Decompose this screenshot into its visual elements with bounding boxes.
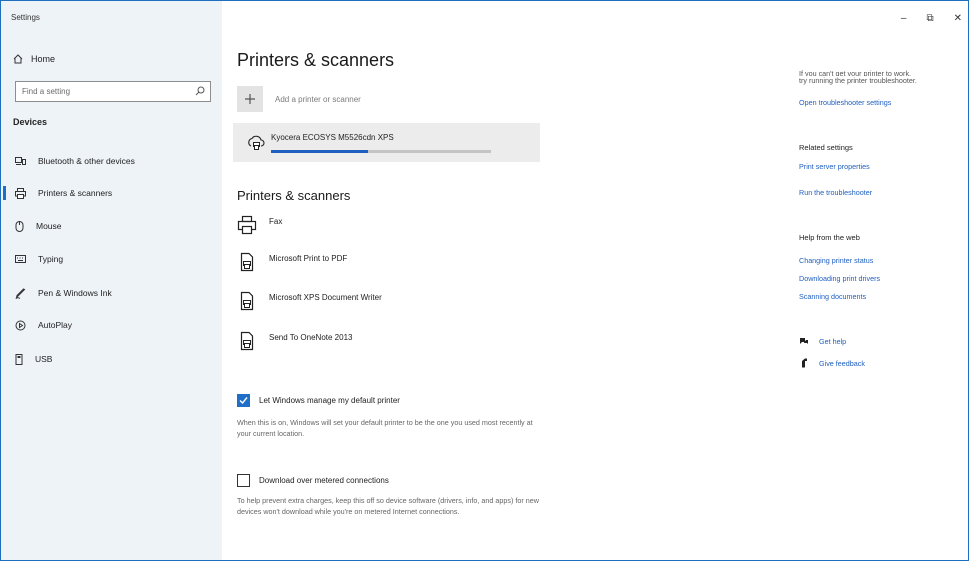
- get-help-icon: [800, 338, 808, 344]
- printer-icon: [15, 187, 26, 199]
- printer-name: Microsoft XPS Document Writer: [269, 293, 382, 302]
- home-label: Home: [31, 54, 56, 64]
- sidebar-item-label: USB: [35, 354, 53, 364]
- bluetooth-devices-icon: [15, 157, 26, 165]
- give-feedback-label: Give feedback: [819, 358, 865, 368]
- search-icon: [195, 86, 205, 96]
- usb-icon: [15, 353, 23, 365]
- sidebar-item-usb[interactable]: USB: [1, 348, 222, 370]
- section-label-devices: Devices: [13, 117, 48, 127]
- install-progress-fill: [271, 150, 368, 153]
- sidebar-item-autoplay[interactable]: AutoPlay: [1, 314, 222, 336]
- help-from-web-heading: Help from the web: [799, 233, 860, 242]
- document-printer-icon: [240, 252, 254, 272]
- metered-description: To help prevent extra charges, keep this…: [237, 496, 539, 516]
- get-help-label: Get help: [819, 337, 847, 346]
- related-settings-heading: Related settings: [799, 143, 853, 152]
- home-icon: [13, 54, 23, 64]
- sidebar-item-label: Bluetooth & other devices: [38, 156, 135, 166]
- printer-item-pdf[interactable]: Microsoft Print to PDF: [237, 252, 347, 272]
- mouse-icon: [15, 220, 24, 232]
- manage-default-printer-checkbox[interactable]: Let Windows manage my default printer: [237, 394, 400, 407]
- metered-download-checkbox[interactable]: Download over metered connections: [237, 474, 389, 487]
- document-printer-icon: [240, 331, 254, 351]
- settings-window: Settings Home Find a setting Devices Blu…: [0, 0, 969, 561]
- checkbox-checked[interactable]: [237, 394, 250, 407]
- checkbox-label: Let Windows manage my default printer: [259, 396, 400, 405]
- troubleshoot-text: try running the printer troubleshooter.: [799, 76, 917, 85]
- sidebar-item-typing[interactable]: Typing: [1, 248, 222, 270]
- sidebar-item-bluetooth[interactable]: Bluetooth & other devices: [1, 150, 222, 172]
- scanning-documents-link[interactable]: Scanning documents: [799, 292, 866, 301]
- print-server-properties-link[interactable]: Print server properties: [799, 162, 870, 171]
- fax-printer-icon: [237, 215, 257, 235]
- installing-printer-card[interactable]: Kyocera ECOSYS M5526cdn XPS: [233, 123, 540, 162]
- window-controls: – ⧉ ✕: [901, 13, 962, 24]
- checkmark-icon: [239, 397, 248, 405]
- open-troubleshooter-link[interactable]: Open troubleshooter settings: [799, 98, 891, 107]
- sidebar-item-label: Pen & Windows Ink: [38, 288, 112, 298]
- sidebar-item-label: AutoPlay: [38, 320, 73, 330]
- add-printer-button[interactable]: [237, 86, 263, 112]
- app-title: Settings: [11, 13, 40, 22]
- add-printer-label: Add a printer or scanner: [275, 94, 361, 104]
- sidebar-home[interactable]: Home: [13, 54, 55, 64]
- manage-default-description: When this is on, Windows will set your d…: [237, 418, 533, 438]
- sidebar-item-pen[interactable]: Pen & Windows Ink: [1, 282, 222, 304]
- search-placeholder: Find a setting: [22, 87, 71, 96]
- printer-item-xps[interactable]: Microsoft XPS Document Writer: [237, 291, 382, 311]
- get-help-link[interactable]: Get help: [799, 337, 846, 346]
- restore-button[interactable]: ⧉: [926, 13, 933, 24]
- document-printer-icon: [240, 291, 254, 311]
- sidebar-item-label: Printers & scanners: [38, 188, 113, 198]
- close-button[interactable]: ✕: [954, 13, 962, 24]
- downloading-print-drivers-link[interactable]: Downloading print drivers: [799, 274, 880, 283]
- network-printer-icon: [248, 135, 265, 150]
- search-input[interactable]: Find a setting: [15, 81, 211, 102]
- printer-name: Fax: [269, 217, 283, 226]
- give-feedback-link[interactable]: Give feedback: [799, 358, 865, 368]
- install-progress-bar: [271, 150, 491, 153]
- sidebar-item-printers[interactable]: Printers & scanners: [1, 182, 222, 204]
- minimize-button[interactable]: –: [901, 13, 907, 24]
- sidebar-item-label: Mouse: [36, 221, 62, 231]
- changing-printer-status-link[interactable]: Changing printer status: [799, 256, 873, 265]
- sidebar: Settings Home Find a setting Devices Blu…: [1, 1, 222, 560]
- checkbox-unchecked[interactable]: [237, 474, 250, 487]
- printer-item-fax[interactable]: Fax: [237, 215, 282, 235]
- give-feedback-icon: [802, 358, 807, 368]
- printer-item-onenote[interactable]: Send To OneNote 2013: [237, 331, 352, 351]
- autoplay-icon: [15, 320, 26, 330]
- checkbox-label: Download over metered connections: [259, 476, 389, 485]
- page-title: Printers & scanners: [237, 50, 395, 70]
- keyboard-icon: [15, 255, 26, 263]
- printer-name: Send To OneNote 2013: [269, 333, 353, 342]
- plus-icon: [245, 94, 255, 104]
- sidebar-item-mouse[interactable]: Mouse: [1, 215, 222, 237]
- printer-name: Microsoft Print to PDF: [269, 254, 348, 263]
- sidebar-item-label: Typing: [38, 254, 64, 264]
- add-printer-row[interactable]: Add a printer or scanner: [237, 86, 361, 112]
- pen-icon: [15, 287, 26, 299]
- printers-list-title: Printers & scanners: [237, 188, 351, 203]
- installing-printer-name: Kyocera ECOSYS M5526cdn XPS: [271, 133, 394, 142]
- run-troubleshooter-link[interactable]: Run the troubleshooter: [799, 188, 872, 197]
